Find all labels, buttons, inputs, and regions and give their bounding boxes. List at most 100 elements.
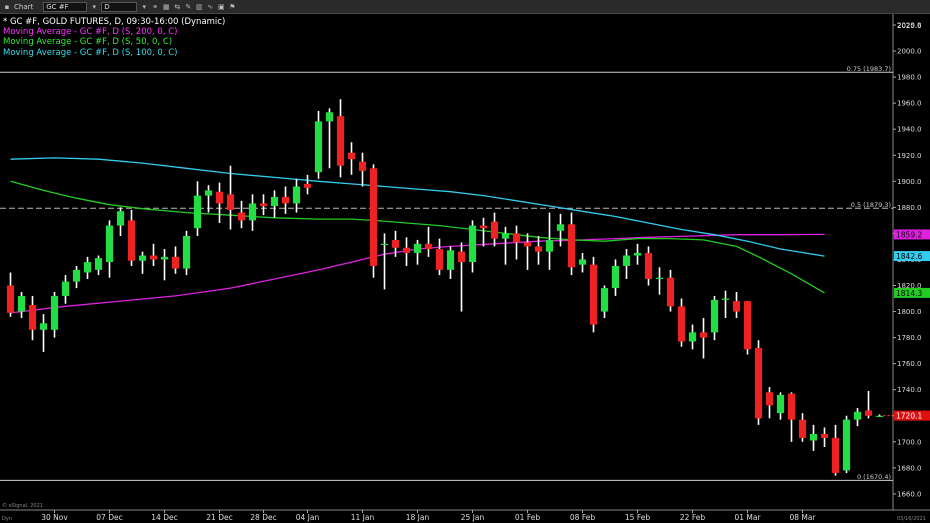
candle-body-up	[17, 295, 26, 312]
candle-body-up	[116, 211, 125, 226]
last-price-label: 1720.1	[896, 412, 922, 421]
candle-body-up	[138, 255, 147, 261]
candle-body-down	[644, 252, 653, 279]
candle-body-down	[677, 306, 686, 342]
candle	[50, 292, 59, 338]
candle-body-down	[259, 203, 268, 207]
candle-body-down	[226, 194, 235, 210]
candle	[655, 267, 664, 295]
candle-body-down	[666, 277, 675, 307]
candle	[468, 220, 477, 273]
legend-ma200: Moving Average - GC #F, D (S, 200, 0, C)	[3, 27, 178, 38]
candle	[369, 164, 378, 278]
candle-body-down	[237, 212, 246, 221]
candle-body-down	[358, 161, 367, 171]
candle-body-down	[281, 196, 290, 204]
candle-body-up	[83, 262, 92, 273]
candle-body-down	[347, 152, 356, 160]
candle	[215, 182, 224, 223]
candle-body-up	[182, 236, 191, 269]
candle-body-up	[875, 415, 884, 417]
candle	[490, 212, 499, 247]
candle-body-up	[655, 277, 664, 279]
candle-body-down	[732, 301, 741, 312]
candle-body-down	[402, 247, 411, 253]
legend-ma50: Moving Average - GC #F, D (S, 50, 0, C)	[3, 37, 173, 48]
candle-body-down	[523, 242, 532, 247]
candle-body-down	[567, 224, 576, 268]
candle	[688, 324, 697, 350]
candle-body-up	[688, 332, 697, 342]
x-tick-label: 11 Jan	[351, 513, 375, 522]
candle	[776, 392, 785, 420]
candle	[182, 230, 191, 276]
candle	[611, 259, 620, 296]
price-axis: 1660.01680.01700.01720.01740.01760.01780…	[883, 22, 930, 498]
candle-body-down	[864, 410, 873, 416]
candle-body-up	[633, 252, 642, 256]
candle-body-down	[171, 256, 180, 269]
candle	[94, 255, 103, 276]
candle	[446, 246, 455, 279]
y-tick-label: 1920.0	[897, 152, 922, 160]
y-tick-label: 1700.0	[897, 438, 922, 446]
y-tick-label: 1660.0	[897, 490, 922, 498]
candle	[699, 318, 708, 359]
candle	[226, 165, 235, 230]
candle	[28, 295, 37, 341]
x-tick-label: 18 Jan	[406, 513, 430, 522]
fib-label: 0.75 (1983.7)	[847, 65, 891, 73]
candle-layer	[6, 99, 884, 476]
candle	[171, 246, 180, 274]
ma-badge-ma50: 1814.3	[894, 287, 930, 298]
x-tick-label: 07 Dec	[96, 513, 122, 522]
candle-body-down	[479, 225, 488, 229]
candle-body-up	[50, 295, 59, 330]
candle	[666, 269, 675, 312]
y-tick-label: 2000.0	[897, 48, 922, 56]
candle-body-down	[369, 168, 378, 266]
candle-body-down	[457, 251, 466, 263]
candle	[622, 249, 631, 279]
candle	[72, 265, 81, 289]
ma-badge-ma100: 1842.6	[894, 251, 930, 262]
candle-body-up	[776, 394, 785, 414]
candle-body-down	[798, 419, 807, 438]
candle-body-down	[6, 285, 15, 313]
candle-body-down	[28, 305, 37, 330]
candle	[732, 292, 741, 319]
candle-body-up	[600, 288, 609, 312]
candle-body-up	[39, 323, 48, 330]
candle	[820, 427, 829, 448]
candle-body-down	[699, 332, 708, 338]
current-date: 03/16/2021	[897, 516, 926, 522]
candle-body-down	[303, 183, 312, 188]
candle	[259, 194, 268, 216]
y-tick-label: 1960.0	[897, 100, 922, 108]
candle-body-up	[842, 419, 851, 471]
candle	[567, 212, 576, 276]
price-chart[interactable]: 0.75 (1983.7) 0.5 (1879.3) 0 (1670.4) 1660…	[0, 0, 930, 523]
candle	[842, 415, 851, 474]
x-tick-label: 28 Dec	[250, 513, 276, 522]
candle	[303, 174, 312, 195]
candle-body-up	[545, 239, 554, 252]
candle-body-down	[435, 249, 444, 270]
candle-body-down	[765, 392, 774, 406]
candle	[424, 226, 433, 257]
ma-badge-label: 1814.3	[896, 289, 922, 298]
candle-body-down	[490, 221, 499, 239]
candle	[149, 243, 158, 266]
y-tick-label: 1740.0	[897, 386, 922, 394]
candle	[413, 239, 422, 265]
candle	[721, 290, 730, 319]
candle-body-up	[380, 243, 389, 246]
candle	[589, 256, 598, 333]
candle-body-up	[721, 298, 730, 300]
candle-body-up	[622, 255, 631, 266]
candle-body-up	[853, 411, 862, 420]
y-tick-label: 1980.0	[897, 74, 922, 82]
candle	[127, 209, 136, 266]
legend-ma100: Moving Average - GC #F, D (S, 100, 0, C)	[3, 47, 178, 58]
candle	[138, 251, 147, 274]
